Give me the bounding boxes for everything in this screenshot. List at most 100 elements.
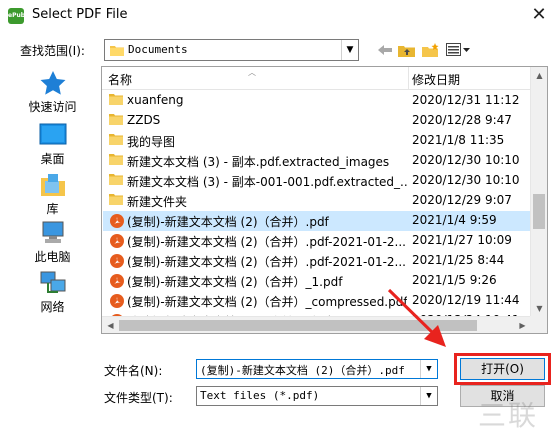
file-date: 2020/12/30 10:10	[412, 173, 520, 187]
folder-row[interactable]: xuanfeng 2020/12/31 11:12	[103, 91, 531, 111]
close-button[interactable]: ✕	[525, 2, 553, 28]
place-this-pc[interactable]: 此电脑	[16, 220, 89, 265]
lookin-dropdown[interactable]: Documents ▼	[104, 39, 359, 61]
filetype-label: 文件类型(T):	[104, 391, 173, 405]
file-name: ZZDS	[127, 113, 161, 127]
sort-arrow-icon: ︿	[248, 68, 256, 77]
lookin-value: Documents	[128, 43, 188, 56]
folder-icon	[110, 44, 124, 59]
folder-icon	[109, 93, 123, 108]
pdf-file-icon	[109, 213, 125, 232]
back-arrow-icon	[378, 45, 392, 55]
pdf-file-icon	[109, 233, 125, 252]
scroll-thumb[interactable]	[533, 194, 545, 229]
folder-row[interactable]: ZZDS 2020/12/28 9:47	[103, 111, 531, 131]
computer-icon	[42, 221, 63, 243]
file-name: 新建文件夹	[127, 195, 188, 209]
file-name: 新建文本文档 (3) - 副本-001-001.pdf.extracted_..…	[127, 175, 407, 189]
scroll-up-icon[interactable]: ▲	[531, 67, 547, 84]
folder-icon	[109, 153, 123, 168]
file-date: 2021/1/4 9:59	[412, 213, 497, 227]
file-date: 2021/1/5 9:26	[412, 273, 497, 287]
file-name: (复制)-新建文本文档 (2)（合并）.pdf-2021-01-2...	[127, 235, 407, 249]
file-name: (复制)-新建文本文档 (2)（合并）.pdf-2021-01-2...	[127, 255, 407, 269]
place-label: 此电脑	[34, 250, 71, 264]
filetype-select[interactable]: Text files (*.pdf) ▼	[196, 386, 438, 406]
file-date: 2020/12/29 9:07	[412, 193, 512, 207]
view-menu-button[interactable]	[444, 41, 474, 59]
file-name: xuanfeng	[127, 93, 184, 107]
file-date: 2020/12/31 11:12	[412, 93, 520, 107]
back-button[interactable]	[375, 41, 395, 59]
file-name: (复制)-新建文本文档 (2)（合并）.pdf	[127, 215, 329, 229]
folder-icon	[109, 193, 123, 208]
network-icon	[40, 271, 65, 293]
folder-row[interactable]: 我的导图 2021/1/8 11:35	[103, 131, 531, 151]
file-date: 2020/12/28 9:47	[412, 113, 512, 127]
file-date: 2021/1/8 11:35	[412, 133, 505, 147]
file-name: 新建文本文档 (3) - 副本.pdf.extracted_images	[127, 155, 390, 169]
folder-icon	[109, 173, 123, 188]
scroll-left-icon[interactable]: ◀	[102, 317, 119, 333]
column-header: ︿ 名称 修改日期	[102, 67, 547, 90]
places-bar: 快速访问 桌面 库 此电脑 网络	[16, 66, 89, 320]
scroll-down-icon[interactable]: ▼	[531, 300, 547, 317]
column-name[interactable]: 名称	[108, 71, 132, 88]
folder-row[interactable]: 新建文本文档 (3) - 副本-001-001.pdf.extracted_..…	[103, 171, 531, 191]
desktop-icon	[39, 123, 66, 145]
file-row[interactable]: (复制)-新建文本文档 (2)（合并）.pdf 2021/1/4 9:59	[103, 211, 531, 231]
place-network[interactable]: 网络	[16, 270, 89, 315]
filename-field[interactable]: (复制)-新建文本文档 (2)（合并）.pdf ▼	[196, 359, 438, 379]
horizontal-scrollbar[interactable]: ◀ ▶	[102, 316, 531, 333]
chevron-down-icon[interactable]: ▼	[420, 387, 437, 405]
file-date: 2020/12/19 11:44	[412, 293, 520, 307]
star-icon	[40, 71, 65, 95]
up-folder-icon	[398, 46, 415, 57]
open-button[interactable]: 打开(O)	[460, 358, 545, 380]
file-name: (复制)-新建文本文档 (2)（合并）_compressed.pdf	[127, 295, 407, 309]
place-label: 网络	[40, 300, 65, 314]
watermark: 三联	[478, 399, 539, 430]
place-library[interactable]: 库	[16, 172, 89, 217]
new-folder-icon	[422, 43, 439, 57]
scroll-right-icon[interactable]: ▶	[514, 317, 531, 333]
folder-row[interactable]: 新建文本文档 (3) - 副本.pdf.extracted_images 2020…	[103, 151, 531, 171]
title-bar: ePub Select PDF File ✕	[0, 0, 557, 31]
pdf-file-icon	[109, 293, 125, 312]
file-date: 2021/1/25 8:44	[412, 253, 505, 267]
file-list[interactable]: ︿ 名称 修改日期 xuanfeng 2020/12/31 11:12 ZZDS 20…	[101, 66, 548, 334]
window-title: Select PDF File	[32, 7, 128, 22]
vertical-scrollbar[interactable]: ▲ ▼	[530, 67, 547, 317]
folder-row[interactable]: 新建文件夹 2020/12/29 9:07	[103, 191, 531, 211]
filename-value[interactable]: (复制)-新建文本文档 (2)（合并）.pdf	[200, 362, 418, 378]
folder-icon	[109, 113, 123, 128]
place-label: 库	[46, 202, 59, 216]
pdf-file-icon	[109, 253, 125, 272]
file-row[interactable]: (复制)-新建文本文档 (2)（合并）_compressed.pdf 2020/1…	[103, 291, 531, 311]
library-icon	[40, 174, 65, 196]
file-row[interactable]: (复制)-新建文本文档 (2)（合并）.pdf-2021-01-2... 2021…	[103, 251, 531, 271]
place-quick-access[interactable]: 快速访问	[16, 70, 89, 115]
place-desktop[interactable]: 桌面	[16, 122, 89, 167]
chevron-down-icon[interactable]: ▼	[420, 360, 437, 378]
up-folder-button[interactable]	[397, 41, 417, 59]
file-date: 2021/1/27 10:09	[412, 233, 512, 247]
scroll-corner	[530, 316, 547, 333]
column-divider[interactable]	[408, 67, 409, 90]
lookin-label: 查找范围(I):	[20, 44, 85, 58]
new-folder-button[interactable]	[421, 41, 441, 59]
filetype-value: Text files (*.pdf)	[200, 389, 320, 402]
place-label: 桌面	[40, 152, 65, 166]
file-name: 我的导图	[127, 135, 176, 149]
filename-label: 文件名(N):	[104, 364, 163, 378]
scroll-thumb-horizontal[interactable]	[119, 320, 477, 331]
column-date[interactable]: 修改日期	[412, 71, 460, 88]
pdf-file-icon	[109, 273, 125, 292]
file-row[interactable]: (复制)-新建文本文档 (2)（合并）.pdf-2021-01-2... 2021…	[103, 231, 531, 251]
chevron-down-icon[interactable]: ▼	[341, 40, 358, 60]
file-date: 2020/12/30 10:10	[412, 153, 520, 167]
file-name: (复制)-新建文本文档 (2)（合并）_1.pdf	[127, 275, 343, 289]
file-row[interactable]: (复制)-新建文本文档 (2)（合并）_1.pdf 2021/1/5 9:26	[103, 271, 531, 291]
app-icon: ePub	[8, 8, 25, 24]
place-label: 快速访问	[28, 100, 77, 114]
